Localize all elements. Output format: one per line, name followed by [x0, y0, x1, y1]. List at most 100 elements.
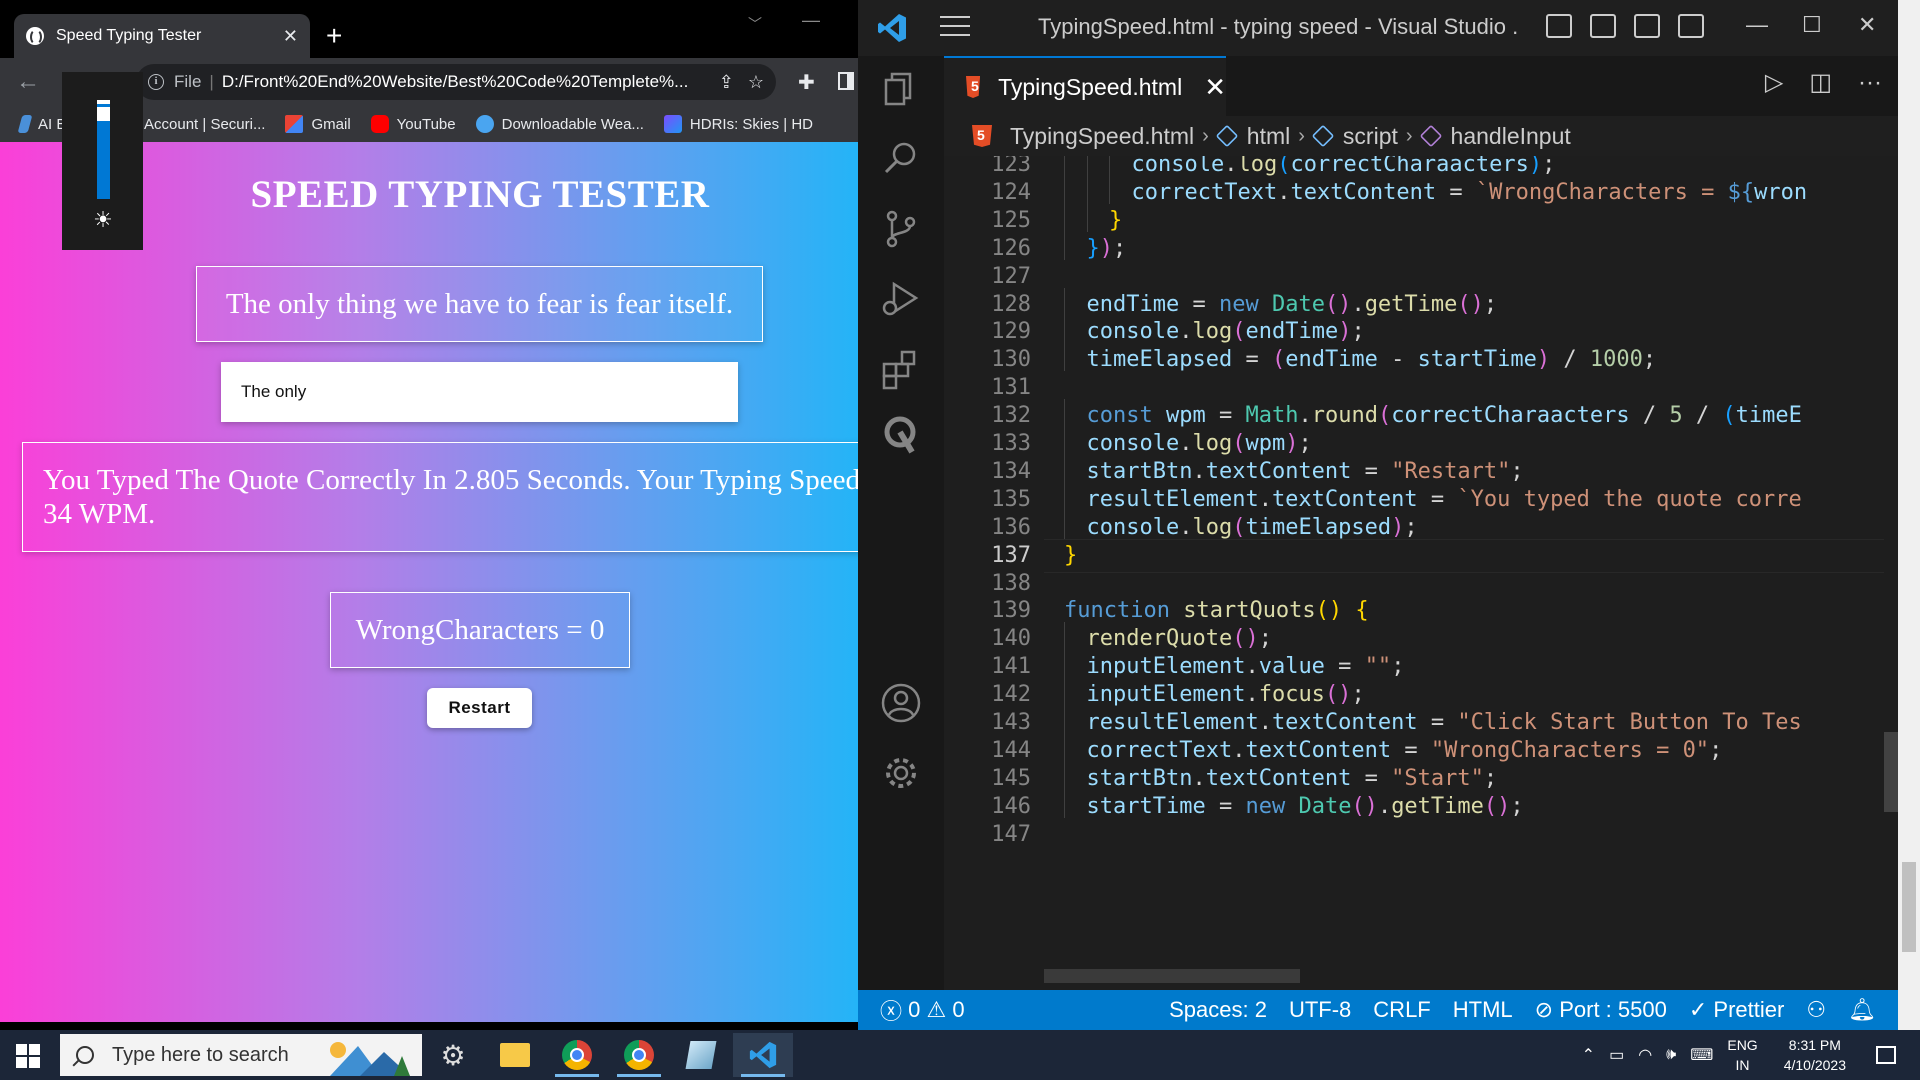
eol-status[interactable]: CRLF — [1373, 997, 1430, 1023]
warning-icon: ⚠ — [926, 997, 947, 1022]
tab-close-icon[interactable]: ✕ — [283, 26, 298, 47]
code-lines[interactable]: console.log(correctCharaacters); correctT… — [1044, 156, 1884, 990]
bookmark-label: YouTube — [396, 115, 456, 133]
breadcrumb-file[interactable]: TypingSpeed.html — [972, 123, 1194, 150]
search-icon[interactable] — [878, 136, 924, 182]
notification-icon[interactable] — [1876, 1046, 1896, 1064]
code-token: . — [1277, 179, 1291, 205]
live-server-status[interactable]: ⊘ Port : 5500 — [1535, 997, 1667, 1023]
address-url[interactable]: D:/Front%20End%20Website/Best%20Code%20T… — [222, 72, 705, 92]
taskbar-vscode[interactable] — [733, 1033, 793, 1077]
code-token: { — [1355, 598, 1369, 624]
prettier-status[interactable]: ✓ Prettier — [1689, 997, 1784, 1023]
code-token: () — [1351, 793, 1378, 819]
chevron-down-icon[interactable]: ﹀ — [748, 14, 762, 34]
battery-icon[interactable]: ▭ — [1609, 1045, 1624, 1065]
code-token: ; — [1483, 765, 1498, 791]
bookmark-item[interactable]: YouTube — [370, 115, 456, 133]
code-token: ) — [1099, 235, 1113, 261]
encoding-status[interactable]: UTF-8 — [1289, 997, 1351, 1023]
accounts-status-icon[interactable]: ⚇ — [1806, 997, 1826, 1023]
code-line[interactable]: }); — [1087, 232, 1127, 266]
page-scrollbar[interactable] — [1898, 0, 1920, 1030]
taskbar-settings[interactable]: ⚙ — [423, 1033, 483, 1077]
taskbar-file-explorer[interactable] — [485, 1033, 545, 1077]
remote-explorer-icon[interactable] — [878, 412, 924, 458]
code-token: wpm — [1245, 431, 1286, 456]
run-debug-icon[interactable] — [878, 276, 924, 322]
port-label: Port : 5500 — [1559, 997, 1667, 1022]
brightness-slider-thumb[interactable] — [97, 106, 110, 121]
extensions-icon[interactable]: ✚ — [798, 70, 815, 95]
source-control-icon[interactable] — [878, 206, 924, 252]
extensions-icon[interactable] — [878, 346, 924, 392]
close-icon[interactable]: ✕ — [1204, 72, 1226, 103]
account-icon[interactable] — [878, 680, 924, 726]
indent-guide — [1064, 175, 1065, 204]
menu-icon[interactable] — [940, 16, 970, 38]
taskbar-chrome-2[interactable] — [609, 1033, 669, 1077]
code-line[interactable]: correctText.textContent = `WrongCharacte… — [1132, 176, 1808, 210]
back-arrow-icon[interactable]: ← — [16, 68, 40, 96]
code-editor[interactable]: 123 124 125 126 127 128 129 130 131 132 133 134 135 1… — [944, 156, 1898, 990]
error-count: 0 — [908, 997, 921, 1022]
minimize-icon[interactable]: — — [1746, 12, 1768, 38]
gear-icon[interactable] — [878, 750, 924, 796]
problems-status[interactable]: ⓧ 0 ⚠ 0 — [880, 994, 965, 1026]
star-icon[interactable]: ☆ — [748, 72, 764, 93]
explorer-icon[interactable] — [878, 66, 924, 112]
language-status[interactable]: HTML — [1453, 997, 1513, 1023]
page-scroll-thumb[interactable] — [1902, 862, 1916, 952]
bookmark-item[interactable]: Gmail — [285, 115, 351, 133]
new-tab-button[interactable]: + — [326, 18, 342, 54]
toggle-panel-icon[interactable] — [1590, 14, 1616, 38]
download-icon — [475, 115, 494, 133]
toggle-sidebar-icon[interactable] — [1546, 14, 1572, 38]
share-icon[interactable]: ⇪ — [719, 72, 734, 93]
indentation-status[interactable]: Spaces: 2 — [1169, 997, 1267, 1023]
close-icon[interactable]: ✕ — [1858, 12, 1876, 38]
split-editor-icon[interactable]: ◫ — [1809, 68, 1832, 97]
code-token: . — [1179, 514, 1193, 540]
language-indicator[interactable]: ENG IN — [1727, 1035, 1757, 1075]
browser-tab[interactable]: Speed Typing Tester ✕ — [14, 14, 310, 58]
run-icon[interactable]: ▷ — [1765, 68, 1783, 97]
tab-typingspeed-html[interactable]: TypingSpeed.html ✕ — [944, 56, 1226, 116]
code-line[interactable]: } — [1064, 539, 1077, 573]
taskbar-chrome-1[interactable] — [547, 1033, 607, 1077]
more-actions-icon[interactable]: ··· — [1858, 69, 1882, 97]
wifi-icon[interactable]: ◠ — [1638, 1045, 1652, 1065]
clock[interactable]: 8:31 PM 4/10/2023 — [1784, 1035, 1846, 1075]
code-token: ) — [1391, 514, 1405, 540]
volume-icon[interactable]: 🕪︎ — [1666, 1046, 1676, 1064]
indent-guide — [1064, 706, 1065, 734]
breadcrumb-function[interactable]: handleInput — [1419, 123, 1571, 150]
breadcrumb-script[interactable]: script — [1311, 123, 1398, 150]
info-icon[interactable]: i — [148, 74, 164, 90]
address-bar[interactable]: i File | D:/Front%20End%20Website/Best%2… — [136, 64, 776, 100]
bell-icon[interactable]: 🔔︎ — [1848, 997, 1876, 1023]
bookmark-item[interactable]: HDRIs: Skies | HD — [663, 115, 813, 133]
maximize-icon[interactable]: ☐ — [1802, 12, 1822, 38]
code-line[interactable]: timeElapsed = (endTime - startTime) / 10… — [1087, 343, 1657, 377]
horizontal-scroll-thumb[interactable] — [1044, 969, 1300, 983]
chevron-up-icon[interactable]: ⌃ — [1582, 1045, 1595, 1065]
keyboard-icon[interactable]: ⌨ — [1690, 1045, 1713, 1065]
restart-button[interactable]: Restart — [427, 688, 532, 728]
code-token: / — [1682, 403, 1723, 429]
code-token: = — [1205, 793, 1246, 819]
bookmark-item[interactable]: Downloadable Wea... — [475, 115, 644, 133]
editor-scrollbar[interactable] — [1874, 156, 1898, 990]
taskbar-app-5[interactable] — [671, 1033, 731, 1077]
side-panel-icon[interactable] — [838, 72, 854, 90]
customize-layout-icon[interactable] — [1678, 14, 1704, 38]
code-token: = — [1391, 737, 1431, 763]
typing-input[interactable] — [221, 362, 738, 422]
breadcrumb-html[interactable]: html — [1215, 123, 1290, 150]
windows-start-icon[interactable] — [16, 1044, 40, 1068]
minimize-icon[interactable]: — — [802, 10, 820, 31]
gear-icon: ⚙ — [440, 1039, 466, 1071]
toggle-secondary-sidebar-icon[interactable] — [1634, 14, 1660, 38]
code-line[interactable]: startTime = new Date().getTime(); — [1087, 790, 1524, 824]
editor-scroll-thumb[interactable] — [1884, 732, 1898, 812]
